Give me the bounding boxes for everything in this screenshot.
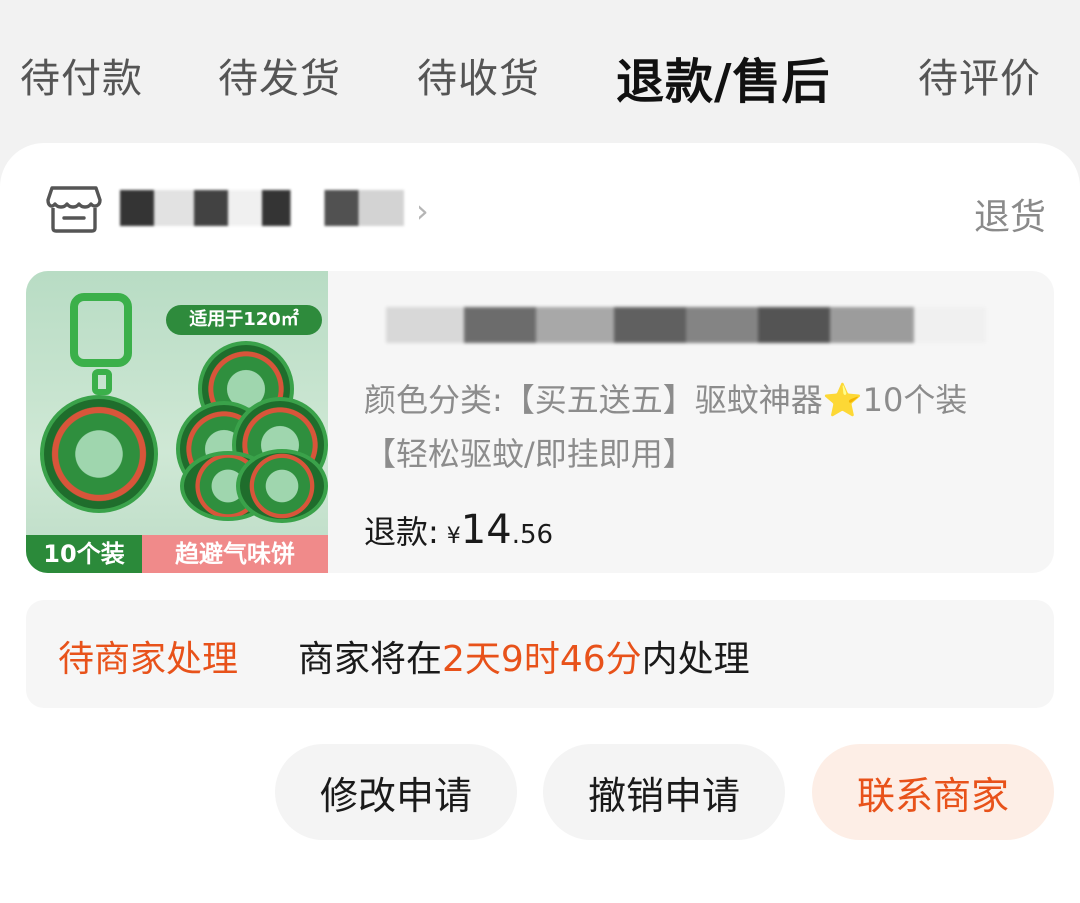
order-tabs: 待付款 待发货 待收货 退款/售后 待评价 <box>0 0 1080 145</box>
chevron-right-icon: › <box>416 192 429 230</box>
modify-request-button[interactable]: 修改申请 <box>275 744 517 840</box>
return-type-label: 退货 <box>973 197 1046 238</box>
product-title-redacted <box>386 307 986 343</box>
tab-pending-shipment[interactable]: 待发货 <box>218 46 341 104</box>
shop-row[interactable]: › 退货 <box>46 184 1046 240</box>
hook-stem-graphic <box>92 369 112 395</box>
product-image-footer: 10个装 趋避气味饼 <box>26 535 328 573</box>
tab-pending-review[interactable]: 待评价 <box>918 46 1041 104</box>
product-disc <box>40 395 158 513</box>
hook-graphic <box>70 293 132 367</box>
product-spec: 颜色分类:【买五送五】驱蚊神器⭐10个装【轻松驱蚊/即挂即用】 <box>364 381 968 473</box>
tab-pending-payment[interactable]: 待付款 <box>20 46 143 104</box>
cancel-request-button[interactable]: 撤销申请 <box>543 744 785 840</box>
product-disc <box>236 449 328 523</box>
status-prefix: 商家将在 <box>298 639 443 680</box>
status-suffix: 内处理 <box>641 639 750 680</box>
product-image-badge: 适用于120㎡ <box>166 305 322 335</box>
status-label: 待商家处理 <box>58 639 239 680</box>
price-integer: 14 <box>460 507 512 553</box>
product-image-quantity: 10个装 <box>26 535 142 573</box>
product-item[interactable]: 适用于120㎡ 10个装 趋避气味饼 颜色分类:【买五送五】驱蚊神器⭐10个装【… <box>26 271 1054 573</box>
tab-refund-after-sales[interactable]: 退款/售后 <box>616 42 831 112</box>
store-icon <box>46 186 102 233</box>
tab-pending-receipt[interactable]: 待收货 <box>417 46 540 104</box>
price-decimal: .56 <box>511 520 554 550</box>
refund-label: 退款: <box>364 513 439 551</box>
refund-amount: 退款: ¥14.56 <box>364 507 553 553</box>
product-image[interactable]: 适用于120㎡ 10个装 趋避气味饼 <box>26 271 328 573</box>
contact-seller-button[interactable]: 联系商家 <box>812 744 1054 840</box>
shop-name-redacted[interactable] <box>120 190 404 226</box>
status-description: 商家将在2天9时46分内处理 <box>298 630 750 682</box>
product-image-tagline: 趋避气味饼 <box>142 535 328 573</box>
currency-symbol: ¥ <box>446 524 461 549</box>
status-countdown: 2天9时46分 <box>442 639 642 680</box>
refund-status-box[interactable]: 待商家处理 商家将在2天9时46分内处理 <box>26 600 1054 708</box>
